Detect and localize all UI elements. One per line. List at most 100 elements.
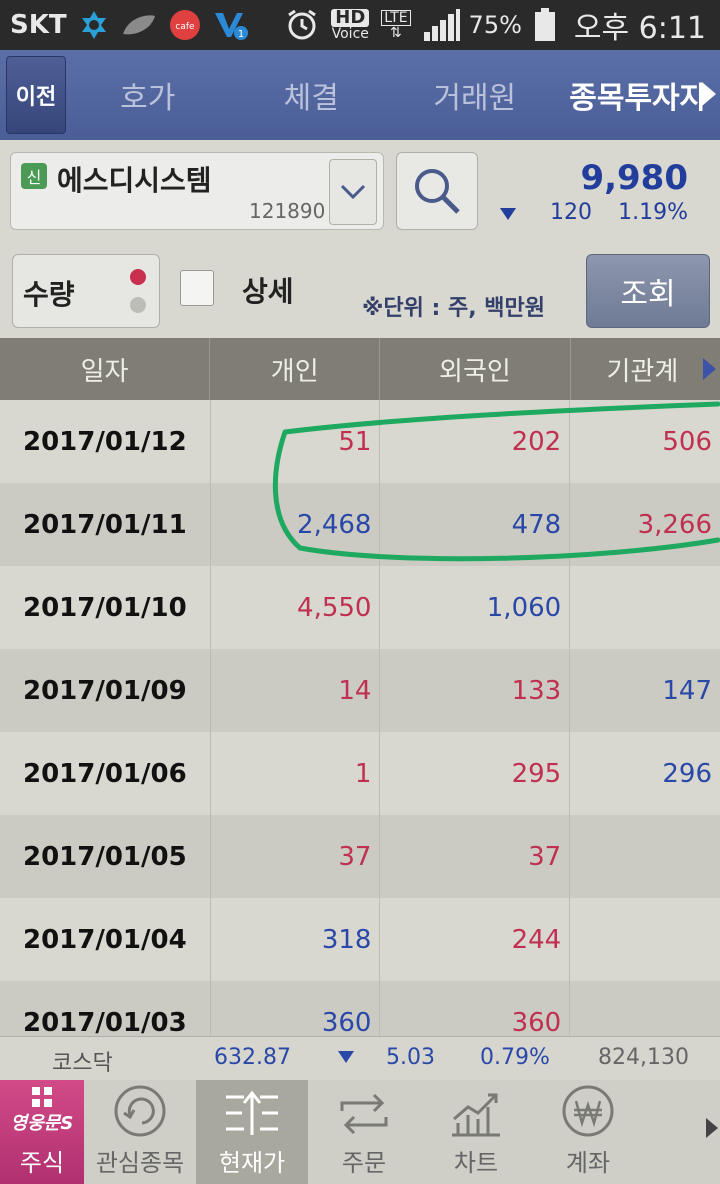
- index-name: 코스닥: [52, 1051, 113, 1076]
- cell-foreign: 37: [380, 815, 571, 898]
- cell-individual: 37: [211, 815, 381, 898]
- nav-current-price[interactable]: 현재가: [196, 1080, 308, 1184]
- toggle-dot-active: [130, 269, 146, 285]
- index-value: 632.87: [214, 1045, 291, 1070]
- table-row[interactable]: 2017/01/05 37 37: [0, 815, 720, 898]
- table-row[interactable]: 2017/01/06 1 295 296: [0, 732, 720, 815]
- refresh-circle-icon: [114, 1085, 166, 1137]
- column-header-foreign: 외국인: [380, 338, 571, 400]
- stock-header: 신 에스디시스템 121890 9,980 120 1.19%: [0, 140, 720, 242]
- investor-table[interactable]: 2017/01/12 51 202 506 2017/01/11 2,468 478 3,26…: [0, 400, 720, 1036]
- chart-icon: [452, 1093, 500, 1137]
- nav-order[interactable]: 주문: [308, 1080, 420, 1184]
- cell-institution: 296: [662, 758, 712, 789]
- stock-selector[interactable]: 신 에스디시스템 121890: [10, 152, 384, 230]
- nav-more-icon[interactable]: [706, 1118, 718, 1138]
- price-ladder-icon: [226, 1090, 278, 1135]
- toggle-dot-inactive: [130, 297, 146, 313]
- stock-name: 에스디시스템: [57, 164, 212, 197]
- cell-date: 2017/01/03: [0, 981, 211, 1036]
- table-row[interactable]: 2017/01/04 318 244: [0, 898, 720, 981]
- table-row[interactable]: 2017/01/09 14 133 147: [0, 649, 720, 732]
- table-header: 일자 개인 외국인 기관계: [0, 338, 720, 400]
- nav-label: 계좌: [565, 1149, 611, 1177]
- table-row[interactable]: 2017/01/11 2,468 478 3,266: [0, 483, 720, 566]
- nav-chart[interactable]: 차트: [420, 1080, 532, 1184]
- index-change: 5.03: [386, 1045, 435, 1070]
- column-scroll-right-icon[interactable]: [703, 358, 716, 380]
- price-change: 120: [550, 200, 592, 225]
- nav-label: 현재가: [218, 1149, 286, 1177]
- prev-button[interactable]: 이전: [6, 56, 66, 134]
- carrier-label: SKT: [10, 10, 67, 40]
- cell-date: 2017/01/10: [0, 566, 211, 649]
- clock: 오후 6:11: [573, 11, 706, 46]
- cell-date: 2017/01/09: [0, 649, 211, 732]
- down-arrow-icon: [500, 208, 516, 220]
- cell-date: 2017/01/06: [0, 732, 211, 815]
- cell-date: 2017/01/05: [0, 815, 211, 898]
- cell-institution: [570, 815, 720, 898]
- nav-stocks[interactable]: 영웅문S 주식: [0, 1080, 84, 1184]
- status-bar: SKT cafe 1 HD Voice LTE ⇅ 75% 오후 6:11: [0, 0, 720, 50]
- detail-label: 상세: [242, 275, 294, 308]
- cell-institution: [570, 898, 720, 981]
- cell-foreign: 202: [380, 400, 571, 483]
- column-header-institution: 기관계: [606, 356, 679, 387]
- detail-checkbox[interactable]: [180, 270, 214, 306]
- cell-institution: 147: [662, 675, 712, 706]
- cell-institution: 506: [662, 426, 712, 457]
- index-change-percent: 0.79%: [480, 1045, 550, 1070]
- stock-code: 121890: [249, 199, 326, 223]
- quantity-toggle[interactable]: 수량: [12, 254, 160, 328]
- index-down-arrow-icon: [338, 1051, 354, 1063]
- cell-individual: 1: [211, 732, 381, 815]
- tab-trades[interactable]: 체결: [230, 73, 394, 117]
- bottom-nav: 영웅문S 주식 관심종목 현재가 주문 차트 계좌: [0, 1080, 720, 1184]
- index-ticker[interactable]: 코스닥 632.87 5.03 0.79% 824,130: [0, 1036, 720, 1081]
- tab-orderbook[interactable]: 호가: [66, 73, 230, 117]
- tab-investors[interactable]: 종목투자자: [557, 73, 720, 117]
- brand-logo: 영웅문S: [10, 1113, 74, 1134]
- cell-institution: 3,266: [637, 509, 712, 540]
- cell-individual: 2,468: [211, 483, 381, 566]
- nav-label: 주식: [19, 1149, 65, 1177]
- tab-brokers[interactable]: 거래원: [393, 73, 557, 117]
- table-row[interactable]: 2017/01/10 4,550 1,060: [0, 566, 720, 649]
- options-row: 수량 상세 ※단위 : 주, 백만원 조회: [0, 242, 720, 338]
- exchange-arrows-icon: [340, 1093, 388, 1135]
- cell-individual: 360: [211, 981, 381, 1036]
- current-price: 9,980: [580, 158, 688, 198]
- nav-watchlist[interactable]: 관심종목: [84, 1080, 196, 1184]
- stock-dropdown-button[interactable]: [329, 159, 377, 225]
- cell-institution: [570, 981, 720, 1036]
- cell-foreign: 478: [380, 483, 571, 566]
- search-icon: [415, 169, 460, 214]
- signal-icon: [423, 8, 461, 42]
- credit-badge: 신: [21, 163, 47, 189]
- search-button[interactable]: [396, 152, 478, 230]
- tab-bar: 이전 호가 체결 거래원 종목투자자: [0, 50, 720, 142]
- cell-foreign: 295: [380, 732, 571, 815]
- cell-foreign: 1,060: [380, 566, 571, 649]
- column-header-individual: 개인: [210, 338, 381, 400]
- unit-note: ※단위 : 주, 백만원: [362, 296, 545, 321]
- battery-icon: [534, 8, 556, 42]
- tab-scroll-right-icon[interactable]: [702, 82, 716, 106]
- quantity-label: 수량: [23, 278, 75, 311]
- table-row[interactable]: 2017/01/03 360 360: [0, 981, 720, 1036]
- hd-label: HD: [331, 9, 370, 27]
- lte-icon: LTE ⇅: [381, 10, 411, 40]
- nav-account[interactable]: 계좌: [532, 1080, 644, 1184]
- cell-individual: 51: [211, 400, 381, 483]
- nav-label: 주문: [341, 1149, 387, 1177]
- query-button[interactable]: 조회: [586, 254, 710, 328]
- alarm-icon: [285, 8, 319, 42]
- cell-individual: 14: [211, 649, 381, 732]
- sync-icon: [79, 10, 109, 40]
- table-row[interactable]: 2017/01/12 51 202 506: [0, 400, 720, 483]
- chevron-down-icon: [340, 184, 366, 200]
- cell-foreign: 244: [380, 898, 571, 981]
- cell-individual: 318: [211, 898, 381, 981]
- v3-icon: 1: [213, 9, 249, 41]
